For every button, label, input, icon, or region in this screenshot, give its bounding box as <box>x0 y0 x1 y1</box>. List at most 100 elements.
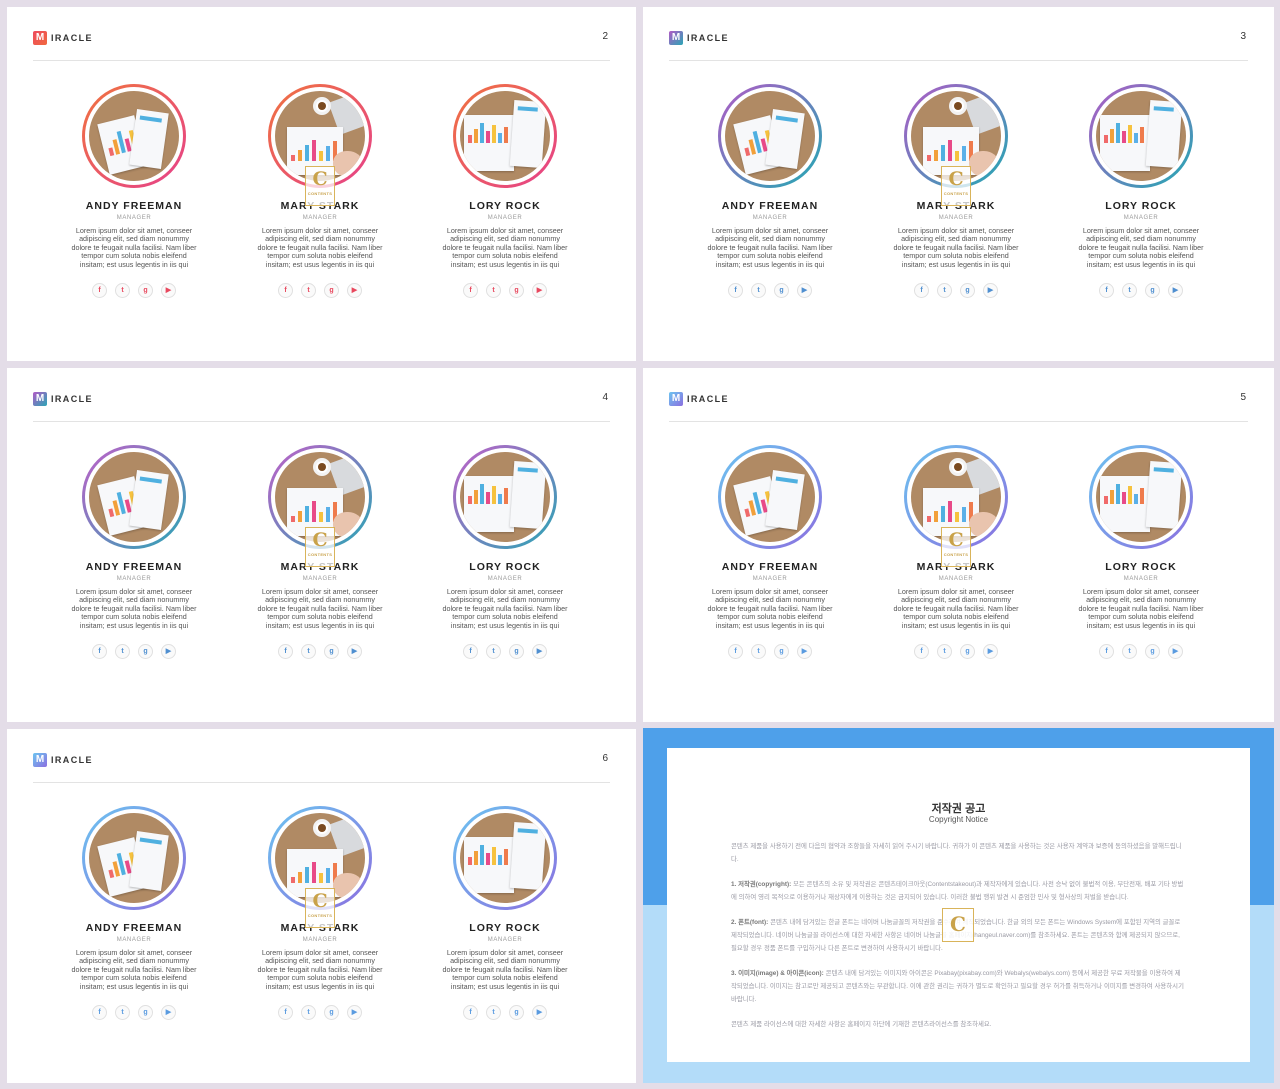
facebook-icon[interactable]: f <box>1099 283 1114 299</box>
profile-ring-inner <box>456 809 554 907</box>
logo-mark: M <box>33 753 47 767</box>
team-member-card: LORY ROCK MANAGER Lorem ipsum dolor sit am… <box>1071 445 1211 660</box>
twitter-icon[interactable]: t <box>1122 644 1137 660</box>
facebook-icon[interactable]: f <box>728 283 743 299</box>
google-plus-icon[interactable]: g <box>774 283 789 299</box>
facebook-icon[interactable]: f <box>278 1005 293 1021</box>
youtube-icon[interactable]: ▶ <box>983 283 998 299</box>
social-links: f t g ▶ <box>435 644 575 660</box>
youtube-icon[interactable]: ▶ <box>161 283 176 299</box>
watermark-text: CONTENTS <box>943 191 969 196</box>
google-plus-icon[interactable]: g <box>1145 644 1160 660</box>
youtube-icon[interactable]: ▶ <box>161 1005 176 1021</box>
member-description: Lorem ipsum dolor sit amet, conseer adip… <box>442 226 568 269</box>
social-links: f t g ▶ <box>64 283 204 299</box>
team-member-card: C CONTENTS MARY STARK MANAGER Lorem ipsum do… <box>886 84 1026 299</box>
google-plus-icon[interactable]: g <box>138 283 153 299</box>
facebook-icon[interactable]: f <box>914 283 929 299</box>
twitter-icon[interactable]: t <box>751 644 766 660</box>
youtube-icon[interactable]: ▶ <box>1168 644 1183 660</box>
google-plus-icon[interactable]: g <box>324 644 339 660</box>
logo-text: IRACLE <box>51 394 93 404</box>
social-links: f t g ▶ <box>700 283 840 299</box>
member-name: LORY ROCK <box>469 200 541 212</box>
youtube-icon[interactable]: ▶ <box>532 1005 547 1021</box>
youtube-icon[interactable]: ▶ <box>983 644 998 660</box>
profile-photo <box>1096 91 1186 181</box>
profile-ring-inner <box>721 87 819 185</box>
youtube-icon[interactable]: ▶ <box>797 283 812 299</box>
copyright-title: 저작권 공고 <box>931 803 986 815</box>
youtube-icon[interactable]: ▶ <box>532 283 547 299</box>
google-plus-icon[interactable]: g <box>324 1005 339 1021</box>
google-plus-icon[interactable]: g <box>1145 283 1160 299</box>
copyright-card: 저작권 공고 Copyright Notice 콘텐츠 제품을 사용하기 전에 … <box>667 748 1250 1062</box>
twitter-icon[interactable]: t <box>301 644 316 660</box>
profile-ring: C CONTENTS <box>904 445 1008 567</box>
team-slide: M IRACLE 2 ANDY FREEMAN MANAGER Lorem ipsum d… <box>7 7 636 361</box>
twitter-icon[interactable]: t <box>301 283 316 299</box>
profile-ring <box>453 84 557 188</box>
facebook-icon[interactable]: f <box>92 1005 107 1021</box>
logo-mark: M <box>33 392 47 406</box>
facebook-icon[interactable]: f <box>1099 644 1114 660</box>
facebook-icon[interactable]: f <box>92 644 107 660</box>
google-plus-icon[interactable]: g <box>960 283 975 299</box>
twitter-icon[interactable]: t <box>115 1005 130 1021</box>
facebook-icon[interactable]: f <box>728 644 743 660</box>
youtube-icon[interactable]: ▶ <box>797 644 812 660</box>
watermark-letter: C <box>948 168 964 190</box>
twitter-icon[interactable]: t <box>486 1005 501 1021</box>
twitter-icon[interactable]: t <box>486 644 501 660</box>
social-links: f t g ▶ <box>700 644 840 660</box>
team-member-card: ANDY FREEMAN MANAGER Lorem ipsum dolor sit… <box>64 445 204 660</box>
google-plus-icon[interactable]: g <box>138 1005 153 1021</box>
profile-photo <box>460 813 550 903</box>
twitter-icon[interactable]: t <box>115 283 130 299</box>
google-plus-icon[interactable]: g <box>509 644 524 660</box>
member-name: LORY ROCK <box>469 561 541 573</box>
member-role: MANAGER <box>487 576 523 582</box>
slide-header: M IRACLE 6 <box>33 753 610 783</box>
twitter-icon[interactable]: t <box>1122 283 1137 299</box>
facebook-icon[interactable]: f <box>463 644 478 660</box>
watermark-text: CONTENTS <box>307 913 333 918</box>
profile-photo <box>460 91 550 181</box>
profile-ring-inner <box>456 448 554 546</box>
facebook-icon[interactable]: f <box>278 644 293 660</box>
youtube-icon[interactable]: ▶ <box>161 644 176 660</box>
slide-number: 4 <box>602 392 608 403</box>
twitter-icon[interactable]: t <box>751 283 766 299</box>
google-plus-icon[interactable]: g <box>509 283 524 299</box>
twitter-icon[interactable]: t <box>937 283 952 299</box>
member-description: Lorem ipsum dolor sit amet, conseer adip… <box>1078 226 1204 269</box>
twitter-icon[interactable]: t <box>301 1005 316 1021</box>
facebook-icon[interactable]: f <box>92 283 107 299</box>
watermark-text: CONTENTS <box>943 552 969 557</box>
google-plus-icon[interactable]: g <box>324 283 339 299</box>
twitter-icon[interactable]: t <box>937 644 952 660</box>
youtube-icon[interactable]: ▶ <box>347 1005 362 1021</box>
member-description: Lorem ipsum dolor sit amet, conseer adip… <box>257 587 383 630</box>
member-name: LORY ROCK <box>469 922 541 934</box>
google-plus-icon[interactable]: g <box>960 644 975 660</box>
google-plus-icon[interactable]: g <box>138 644 153 660</box>
member-name: ANDY FREEMAN <box>85 200 183 212</box>
facebook-icon[interactable]: f <box>463 1005 478 1021</box>
facebook-icon[interactable]: f <box>914 644 929 660</box>
twitter-icon[interactable]: t <box>115 644 130 660</box>
profile-ring <box>1089 84 1193 188</box>
slide-header: M IRACLE 5 <box>669 392 1248 422</box>
google-plus-icon[interactable]: g <box>774 644 789 660</box>
profile-photo <box>89 813 179 903</box>
profile-photo <box>89 452 179 542</box>
google-plus-icon[interactable]: g <box>509 1005 524 1021</box>
twitter-icon[interactable]: t <box>486 283 501 299</box>
youtube-icon[interactable]: ▶ <box>347 644 362 660</box>
facebook-icon[interactable]: f <box>278 283 293 299</box>
member-name: LORY ROCK <box>1105 200 1177 212</box>
facebook-icon[interactable]: f <box>463 283 478 299</box>
youtube-icon[interactable]: ▶ <box>347 283 362 299</box>
youtube-icon[interactable]: ▶ <box>1168 283 1183 299</box>
youtube-icon[interactable]: ▶ <box>532 644 547 660</box>
